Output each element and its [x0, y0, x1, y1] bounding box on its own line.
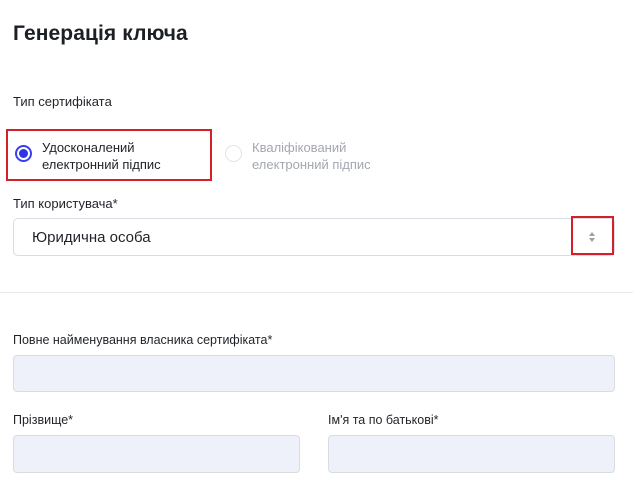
given-patronymic-input[interactable]: [328, 435, 615, 473]
radio-unselected-icon[interactable]: [225, 145, 242, 162]
radio-option-qualified-signature[interactable]: Кваліфікований електронний підпис: [225, 139, 371, 173]
certificate-type-label: Тип сертифікатa: [13, 94, 112, 109]
page-title: Генерація ключа: [13, 22, 188, 45]
owner-full-name-label: Повне найменування власника сертифіката*: [13, 333, 273, 347]
owner-full-name-input[interactable]: [13, 355, 615, 392]
user-type-label: Тип користувача*: [13, 196, 118, 211]
user-type-select[interactable]: Юридична особа: [13, 218, 615, 256]
radio-label-line1: Кваліфікований: [252, 140, 347, 155]
highlight-box-select-arrows: [571, 216, 614, 255]
radio-label-line2: електронний підпис: [252, 157, 371, 172]
user-type-selected-value: Юридична особа: [32, 229, 151, 246]
highlight-box-radio: [6, 129, 212, 181]
surname-label: Прізвище*: [13, 413, 74, 427]
section-divider: [0, 292, 633, 293]
given-patronymic-label: Ім'я та по батькові*: [328, 413, 439, 427]
surname-input[interactable]: [13, 435, 300, 473]
